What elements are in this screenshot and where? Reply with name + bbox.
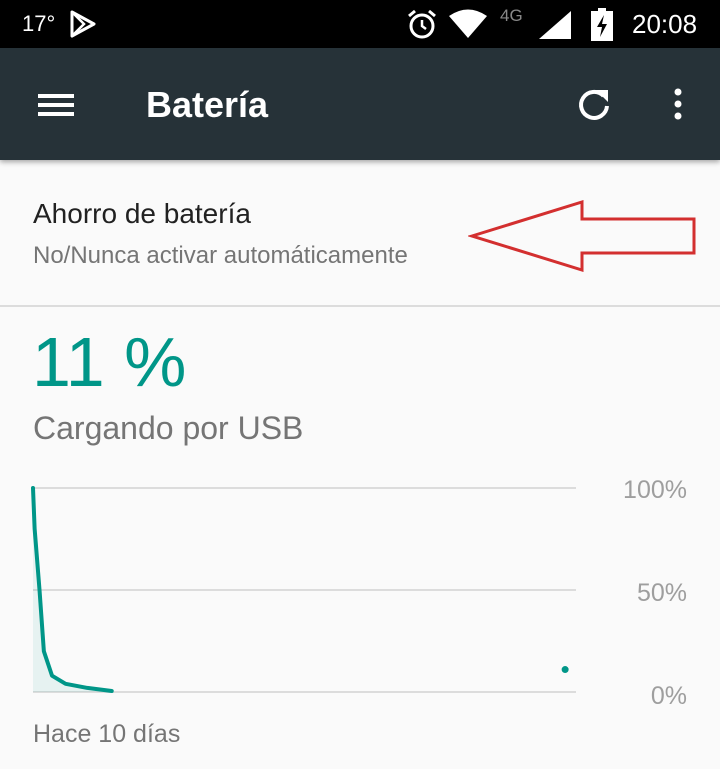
red-arrow-annotation-icon	[468, 200, 696, 272]
wifi-icon	[449, 9, 487, 38]
battery-saver-title: Ahorro de batería	[33, 198, 251, 229]
y-tick-label-50: 50%	[637, 579, 687, 607]
battery-charging-icon	[591, 8, 613, 41]
menu-icon[interactable]	[24, 76, 80, 132]
more-vert-icon[interactable]	[650, 76, 706, 132]
current-level-point	[561, 666, 569, 674]
charging-status: Cargando por USB	[33, 410, 304, 446]
x-start-label: Hace 10 días	[33, 720, 180, 748]
y-tick-label-100: 100%	[623, 476, 687, 504]
divider	[0, 305, 720, 307]
app-bar: Batería	[0, 48, 720, 160]
battery-saver-row[interactable]: Ahorro de batería No/Nunca activar autom…	[0, 160, 720, 305]
page-title: Batería	[146, 84, 269, 125]
temperature-text: 17°	[22, 11, 56, 36]
refresh-icon[interactable]	[566, 76, 622, 132]
alarm-icon	[408, 9, 436, 39]
battery-saver-summary: No/Nunca activar automáticamente	[33, 242, 408, 269]
network-type-text: 4G	[500, 6, 523, 25]
play-store-icon	[70, 10, 96, 38]
cell-signal-icon	[539, 11, 571, 39]
status-bar: 17° 4G 20:08	[0, 0, 720, 48]
battery-level: 11 %	[32, 323, 187, 401]
y-tick-label-0: 0%	[651, 682, 687, 710]
clock-text: 20:08	[632, 9, 698, 39]
battery-history-chart: 100% 50% 0% Hace 10 días	[31, 476, 687, 748]
